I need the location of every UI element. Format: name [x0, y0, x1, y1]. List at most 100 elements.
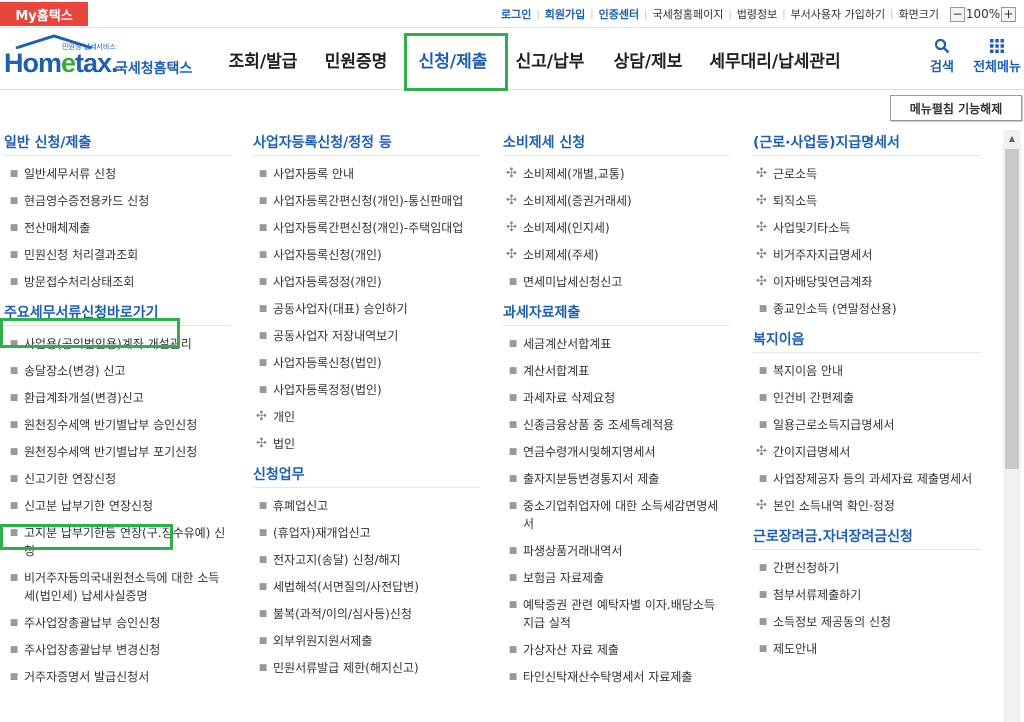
expand-plus-icon[interactable]: ✣ [756, 165, 767, 183]
menu-link[interactable]: ✣ 사업및기타소득 [753, 219, 981, 237]
menu-link[interactable]: ■ 인건비 간편제출 [753, 389, 981, 407]
menu-link[interactable]: ■ 비거주자등의국내원천소득에 대한 소득세(법인세) 납세사실증명 [4, 569, 230, 605]
menu-link[interactable]: ■ 복지이음 안내 [753, 362, 981, 380]
menu-link[interactable]: ■ 거주자증명서 발급신청서 [4, 668, 230, 686]
menu-link[interactable]: ■ 원천징수세액 반기별납부 포기신청 [4, 443, 230, 461]
section-title[interactable]: (근로·사업등)지급명세서 [753, 130, 981, 156]
menu-link[interactable]: ■ 가상자산 자료 제출 [503, 641, 729, 659]
menu-link[interactable]: ■ 사업자등록간편신청(개인)-통신판매업 [253, 192, 479, 210]
menu-link[interactable]: ■ 휴폐업신고 [253, 497, 479, 515]
hometax-logo[interactable]: 민원형 납세서비스 Hometax. 국세청홈택스 [4, 34, 204, 82]
menu-link[interactable]: ■ 송달장소(변경) 신고 [4, 362, 230, 380]
menu-link[interactable]: ■ 사업자등록 안내 [253, 165, 479, 183]
menu-link[interactable]: ✣ 이자배당및연금계좌 [753, 273, 981, 291]
menu-link[interactable]: ■ 면세미납세신청신고 [503, 273, 729, 291]
law-info-link[interactable]: 법령정보 [732, 6, 782, 22]
expand-plus-icon[interactable]: ✣ [506, 246, 517, 264]
expand-plus-icon[interactable]: ✣ [506, 219, 517, 237]
menu-link[interactable]: ■ 원천징수세액 반기별납부 승인신청 [4, 416, 230, 434]
menu-link[interactable]: ✣ 소비제세(개별,교통) [503, 165, 729, 183]
nav-tax-agent[interactable]: 세무대리/납세관리 [700, 28, 850, 90]
signup-link[interactable]: 회원가입 [540, 6, 590, 22]
section-title[interactable]: 사업자등록신청/정정 등 [253, 130, 479, 156]
menu-link[interactable]: ■ 공동사업자 저장내역보기 [253, 327, 479, 345]
nav-report-pay[interactable]: 신고/납부 [504, 28, 596, 90]
menu-link[interactable]: ✣ 법인 [253, 435, 479, 453]
all-menu-button[interactable]: 전체메뉴 [970, 36, 1024, 75]
expand-plus-icon[interactable]: ✣ [756, 443, 767, 461]
menu-link[interactable]: ■ 주사업장총괄납부 변경신청 [4, 641, 230, 659]
section-title[interactable]: 과세자료제출 [503, 300, 729, 326]
section-title[interactable]: 복지이음 [753, 327, 981, 353]
expand-plus-icon[interactable]: ✣ [506, 165, 517, 183]
menu-link[interactable]: ■ 계산서합계표 [503, 362, 729, 380]
menu-link[interactable]: ■ 방문접수처리상태조회 [4, 273, 230, 291]
menu-link[interactable]: ■ 간편신청하기 [753, 559, 981, 577]
menu-link[interactable]: ■ 사업장제공자 등의 과세자료 제출명세서 [753, 470, 981, 488]
scroll-up-arrow-icon[interactable]: ▲ [1003, 130, 1021, 147]
search-button[interactable]: 검색 [922, 36, 962, 75]
expand-plus-icon[interactable]: ✣ [256, 435, 267, 453]
login-link[interactable]: 로그인 [496, 6, 536, 22]
menu-link[interactable]: ■ 연금수령개시및해지명세서 [503, 443, 729, 461]
menu-link[interactable]: ■ 첨부서류제출하기 [753, 586, 981, 604]
menu-link[interactable]: ■ 출자지분등변경통지서 제출 [503, 470, 729, 488]
menu-link[interactable]: ■ 민원신청 처리결과조회 [4, 246, 230, 264]
menu-link[interactable]: ■ 타인신탁재산수탁명세서 자료제출 [503, 668, 729, 686]
section-title[interactable]: 근로장려금.자녀장려금신청 [753, 524, 981, 550]
menu-link[interactable]: ■ 소득정보 제공동의 신청 [753, 613, 981, 631]
menu-link[interactable]: ✣ 개인 [253, 408, 479, 426]
expand-plus-icon[interactable]: ✣ [756, 192, 767, 210]
vertical-scrollbar[interactable]: ▲ [1003, 130, 1021, 722]
zoom-in-button[interactable]: + [1001, 6, 1016, 22]
menu-link[interactable]: ■ 중소기업취업자에 대한 소득세감면명세서 [503, 497, 729, 533]
menu-link[interactable]: ■ 불복(과적/이의/심사등)신청 [253, 605, 479, 623]
menu-link[interactable]: ■ 신종금융상품 중 조세특례적용 [503, 416, 729, 434]
nts-homepage-link[interactable]: 국세청홈페이지 [647, 6, 728, 22]
expand-plus-icon[interactable]: ✣ [756, 219, 767, 237]
section-title[interactable]: 신청업무 [253, 462, 479, 488]
menu-link[interactable]: ■ 공동사업자(대표) 승인하기 [253, 300, 479, 318]
expand-plus-icon[interactable]: ✣ [756, 246, 767, 264]
menu-link[interactable]: ■ 파생상품거래내역서 [503, 542, 729, 560]
menu-link[interactable]: ✣ 근로소득 [753, 165, 981, 183]
menu-link[interactable]: ■ 사업자등록정정(개인) [253, 273, 479, 291]
menu-link[interactable]: ■ 세금계산서합계표 [503, 335, 729, 353]
expand-plus-icon[interactable]: ✣ [256, 408, 267, 426]
nav-civil-certificate[interactable]: 민원증명 [310, 28, 402, 90]
menu-link[interactable]: ■ 신고분 납부기한 연장신청 [4, 497, 230, 515]
menu-unfold-toggle-button[interactable]: 메뉴펼침 기능해제 [890, 95, 1022, 121]
menu-link[interactable]: ■ 사업자등록간편신청(개인)-주택임대업 [253, 219, 479, 237]
my-hometax-tab[interactable]: My홈택스 [0, 2, 88, 26]
menu-link[interactable]: ✣ 간이지급명세서 [753, 443, 981, 461]
menu-link[interactable]: ■ (휴업자)재개업신고 [253, 524, 479, 542]
menu-link[interactable]: ■ 일반세무서류 신청 [4, 165, 230, 183]
menu-link[interactable]: ■ 예탁증권 관련 예탁자별 이자.배당소득 지급 실적 [503, 596, 729, 632]
scrollbar-thumb[interactable] [1005, 149, 1019, 469]
menu-link[interactable]: ■ 전자고지(송달) 신청/해지 [253, 551, 479, 569]
nav-inquiry-issue[interactable]: 조회/발급 [216, 28, 310, 90]
menu-link[interactable]: ■ 과세자료 삭제요청 [503, 389, 729, 407]
menu-link[interactable]: ✣ 소비제세(증권거래세) [503, 192, 729, 210]
menu-link[interactable]: ✣ 비거주자지급명세서 [753, 246, 981, 264]
zoom-out-button[interactable]: − [950, 6, 965, 22]
menu-link[interactable]: ■ 현금영수증전용카드 신청 [4, 192, 230, 210]
menu-link[interactable]: ✣ 퇴직소득 [753, 192, 981, 210]
menu-link[interactable]: ■ 외부위원지원서제출 [253, 632, 479, 650]
menu-link[interactable]: ■ 사업자등록신청(법인) [253, 354, 479, 372]
section-title[interactable]: 일반 신청/제출 [4, 130, 230, 156]
menu-link[interactable]: ✣ 본인 소득내역 확인·정정 [753, 497, 981, 515]
menu-link[interactable]: ■ 일용근로소득지급명세서 [753, 416, 981, 434]
menu-link[interactable]: ■ 제도안내 [753, 640, 981, 658]
menu-link[interactable]: ✣ 소비제세(주세) [503, 246, 729, 264]
menu-link[interactable]: ✣ 소비제세(인지세) [503, 219, 729, 237]
cert-center-link[interactable]: 인증센터 [594, 6, 644, 22]
menu-link[interactable]: ■ 세법해석(서면질의/사전답변) [253, 578, 479, 596]
section-title[interactable]: 소비제세 신청 [503, 130, 729, 156]
menu-link[interactable]: ■ 보험금 자료제출 [503, 569, 729, 587]
menu-link[interactable]: ■ 사업자등록신청(개인) [253, 246, 479, 264]
expand-plus-icon[interactable]: ✣ [756, 497, 767, 515]
expand-plus-icon[interactable]: ✣ [756, 273, 767, 291]
menu-link[interactable]: ■ 종교인소득 (연말정산용) [753, 300, 981, 318]
menu-link[interactable]: ■ 신고기한 연장신청 [4, 470, 230, 488]
